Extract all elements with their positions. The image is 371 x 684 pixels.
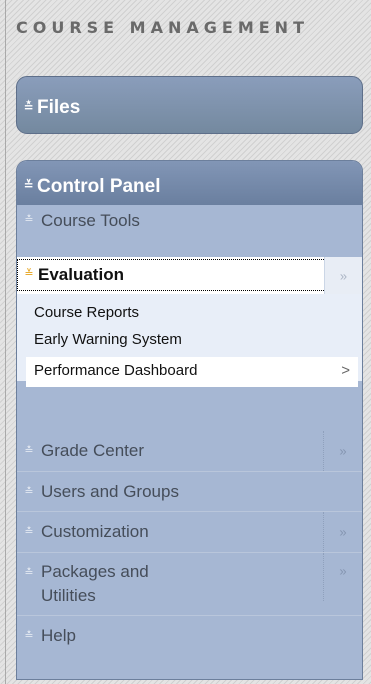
chevron-double-up-icon: ≚: [24, 268, 34, 280]
menu-item-course-tools[interactable]: ≛ Course Tools: [17, 205, 362, 257]
double-right-arrow-icon: »: [339, 524, 347, 540]
chevron-double-down-icon: ≛: [24, 214, 34, 226]
course-management-header: COURSE MANAGEMENT: [16, 18, 309, 37]
submenu-item-early-warning-system[interactable]: Early Warning System: [34, 331, 182, 348]
menu-item-label: Packages and Utilities: [41, 562, 149, 605]
menu-item-label: Customization: [41, 522, 149, 541]
evaluation-submenu: Course Reports Early Warning System Perf…: [17, 294, 362, 387]
left-border: [5, 0, 6, 684]
menu-item-users-and-groups[interactable]: ≛ Users and Groups: [17, 472, 362, 511]
menu-item-label: Users and Groups: [41, 482, 179, 501]
control-panel: ≚ Control Panel ≛ Course Tools ≚ Evaluati…: [16, 160, 363, 680]
control-panel-title: Control Panel: [37, 176, 161, 197]
chevron-right-icon: >: [341, 362, 350, 379]
files-panel[interactable]: ≛ Files: [16, 76, 363, 134]
menu-item-help[interactable]: ≛ Help: [17, 616, 362, 666]
submenu-item-performance-dashboard[interactable]: Performance Dashboard >: [26, 357, 358, 387]
submenu-item-label: Performance Dashboard: [34, 362, 198, 379]
menu-item-label: Help: [41, 626, 76, 645]
menu-item-label: Evaluation: [38, 265, 124, 284]
menu-item-customization[interactable]: ≛ Customization »: [17, 512, 362, 552]
chevron-double-down-icon: ≛: [24, 445, 34, 457]
menu-item-grade-center[interactable]: ≛ Grade Center »: [17, 431, 362, 471]
chevron-double-down-icon: ≛: [24, 486, 34, 498]
double-right-arrow-icon: »: [339, 268, 348, 283]
double-right-arrow-icon: »: [339, 443, 347, 459]
menu-item-packages-and-utilities[interactable]: ≛ Packages and Utilities »: [17, 553, 362, 615]
grade-center-open-arrow-button[interactable]: »: [323, 431, 362, 471]
double-right-arrow-icon: »: [339, 563, 347, 579]
chevron-double-down-icon: ≛: [24, 630, 34, 642]
menu-item-label: Grade Center: [41, 441, 144, 460]
evaluation-open-arrow-button[interactable]: »: [324, 257, 362, 294]
chevron-double-down-icon: ≛: [24, 567, 34, 579]
packages-open-arrow-button[interactable]: »: [323, 553, 362, 601]
control-panel-header[interactable]: ≚ Control Panel: [17, 161, 362, 205]
files-title[interactable]: ≛ Files: [17, 97, 80, 119]
files-label: Files: [37, 97, 81, 118]
submenu-item-course-reports[interactable]: Course Reports: [34, 304, 139, 321]
menu-item-label: Course Tools: [41, 211, 140, 230]
chevron-double-up-icon: ≚: [23, 178, 34, 192]
chevron-double-down-icon: ≛: [23, 100, 34, 114]
chevron-double-down-icon: ≛: [24, 526, 34, 538]
menu-item-evaluation[interactable]: ≚ Evaluation »: [17, 257, 362, 294]
customization-open-arrow-button[interactable]: »: [323, 512, 362, 552]
